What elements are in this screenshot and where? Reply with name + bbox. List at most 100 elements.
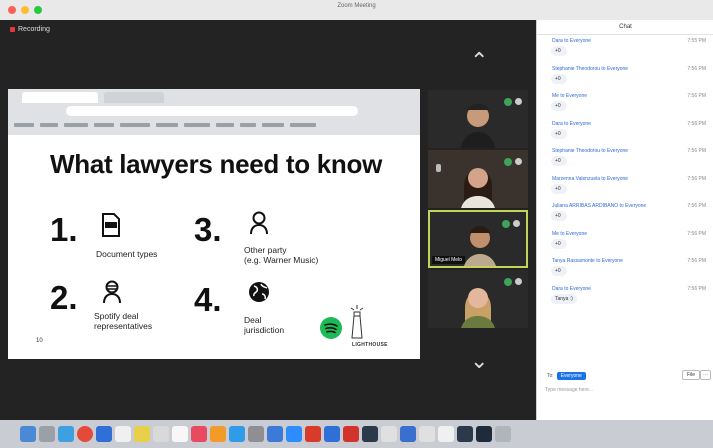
chat-message: Dara to Everyone 7:55 PM +0 bbox=[537, 35, 713, 63]
app-store-icon[interactable] bbox=[229, 426, 245, 442]
chat-message-text: +0 bbox=[551, 46, 567, 56]
chat-message-time: 7:56 PM bbox=[687, 120, 706, 127]
zoom-meeting-area: Recording ⌃ ⌄ What lawyers need to know … bbox=[0, 20, 536, 420]
chat-message-list[interactable]: Dara to Everyone 7:55 PM +0 Stephanie Th… bbox=[537, 35, 713, 310]
person-icon bbox=[250, 211, 268, 235]
trash-icon[interactable] bbox=[495, 426, 511, 442]
music-icon[interactable] bbox=[191, 426, 207, 442]
item-number: 1. bbox=[50, 211, 78, 248]
chat-message-text: +0 bbox=[551, 238, 567, 249]
chat-message-sender[interactable]: Stephanie Theodorou to Everyone bbox=[552, 148, 628, 154]
participant-video-icon bbox=[460, 104, 496, 148]
chat-message-sender[interactable]: Dara to Everyone bbox=[552, 286, 591, 292]
system-preferences-icon[interactable] bbox=[248, 426, 264, 442]
participant-video-icon bbox=[461, 168, 495, 208]
safari-icon[interactable] bbox=[58, 426, 74, 442]
camera-icon bbox=[515, 158, 522, 165]
file-button[interactable]: File bbox=[681, 370, 700, 380]
chat-recipient-row: To: Everyone bbox=[547, 372, 586, 380]
finder-icon[interactable] bbox=[20, 426, 36, 442]
item-label: Document types bbox=[96, 249, 158, 259]
powerpoint-icon[interactable] bbox=[305, 426, 321, 442]
bookmark-item[interactable] bbox=[262, 123, 284, 127]
chat-message-sender[interactable]: Me to Everyone bbox=[552, 93, 587, 99]
participant-tile[interactable] bbox=[428, 90, 528, 148]
mic-on-icon bbox=[504, 278, 512, 286]
books-icon[interactable] bbox=[210, 426, 226, 442]
chat-message-sender[interactable]: Dara to Everyone bbox=[552, 121, 591, 127]
browser-tab[interactable] bbox=[104, 92, 164, 103]
app-icon[interactable] bbox=[362, 426, 378, 442]
chat-message: Stephanie Theodorou to Everyone 7:56 PM … bbox=[537, 63, 713, 91]
chat-message-time: 7:56 PM bbox=[687, 230, 706, 237]
chat-message-sender[interactable]: Dara to Everyone bbox=[552, 38, 591, 44]
bookmark-item[interactable] bbox=[240, 123, 256, 127]
app-icon[interactable] bbox=[400, 426, 416, 442]
dock-icons bbox=[20, 423, 700, 445]
bookmark-item[interactable] bbox=[94, 123, 114, 127]
item-label: Deal jurisdiction bbox=[244, 315, 285, 335]
chat-message-time: 7:55 PM bbox=[687, 38, 706, 44]
notes-icon[interactable] bbox=[134, 426, 150, 442]
participant-video-icon bbox=[464, 226, 496, 266]
document-icon[interactable] bbox=[438, 426, 454, 442]
outlook-icon[interactable] bbox=[324, 426, 340, 442]
chat-message-sender[interactable]: Stephanie Theodorou to Everyone bbox=[552, 66, 628, 72]
reminders-icon[interactable] bbox=[153, 426, 169, 442]
item-number: 2. bbox=[50, 279, 78, 316]
app-icon[interactable] bbox=[476, 426, 492, 442]
news-icon[interactable] bbox=[172, 426, 188, 442]
chat-message-sender[interactable]: Marzenna Valenzuela to Everyone bbox=[552, 176, 628, 182]
chat-message: Dara to Everyone 7:56 PM Tanya :) bbox=[537, 283, 713, 311]
browser-chrome bbox=[8, 89, 420, 135]
bookmark-item[interactable] bbox=[40, 123, 58, 127]
bookmark-item[interactable] bbox=[156, 123, 178, 127]
bookmark-item[interactable] bbox=[184, 123, 210, 127]
participant-tile[interactable] bbox=[428, 270, 528, 328]
recording-indicator[interactable]: Recording bbox=[10, 26, 50, 33]
macos-dock bbox=[0, 420, 713, 448]
participant-video-icon bbox=[461, 288, 495, 328]
zoom-icon[interactable] bbox=[286, 426, 302, 442]
participant-tile[interactable] bbox=[428, 150, 528, 208]
chat-message-text: +0 bbox=[551, 211, 567, 221]
mail-icon[interactable] bbox=[96, 426, 112, 442]
chat-message-input[interactable]: Type message here... bbox=[545, 383, 705, 397]
bookmark-item[interactable] bbox=[64, 123, 88, 127]
chat-message-text: +0 bbox=[551, 73, 567, 84]
item-number: 4. bbox=[194, 281, 222, 318]
bookmark-item[interactable] bbox=[216, 123, 234, 127]
chat-message-time: 7:56 PM bbox=[687, 148, 706, 154]
word-icon[interactable] bbox=[267, 426, 283, 442]
acrobat-icon[interactable] bbox=[343, 426, 359, 442]
file-icon bbox=[102, 213, 120, 237]
browser-bookmarks-bar bbox=[8, 119, 426, 131]
chat-recipient-dropdown[interactable]: Everyone bbox=[556, 372, 586, 380]
scroll-up-chevron-icon[interactable]: ⌃ bbox=[470, 50, 488, 72]
chat-message-sender[interactable]: Tanya Rassamonte to Everyone bbox=[552, 258, 623, 264]
chat-message-sender[interactable]: Me to Everyone bbox=[552, 231, 587, 237]
calendar-icon[interactable] bbox=[115, 426, 131, 442]
more-options-icon[interactable]: ⋯ bbox=[700, 370, 711, 380]
browser-address-bar[interactable] bbox=[66, 106, 358, 116]
chat-message-time: 7:56 PM bbox=[687, 65, 706, 72]
chrome-icon[interactable] bbox=[77, 426, 93, 442]
bookmark-item[interactable] bbox=[14, 123, 34, 127]
item-number: 3. bbox=[194, 211, 222, 248]
app-icon[interactable] bbox=[419, 426, 435, 442]
chat-message-text: +0 bbox=[551, 156, 567, 166]
bookmark-item[interactable] bbox=[120, 123, 150, 127]
bookmark-item[interactable] bbox=[290, 123, 316, 127]
item-label: Spotify deal representatives bbox=[94, 311, 153, 331]
participant-tile-active-speaker[interactable]: Miguel Melo bbox=[428, 210, 528, 268]
app-icon[interactable] bbox=[457, 426, 473, 442]
scroll-down-chevron-icon[interactable]: ⌄ bbox=[470, 350, 488, 372]
chat-header: Chat bbox=[537, 20, 713, 35]
chat-message: Juliana ARRIBAS ARDIBANO to Everyone 7:5… bbox=[537, 200, 713, 228]
browser-tab-active[interactable] bbox=[22, 92, 98, 103]
chat-message-sender[interactable]: Juliana ARRIBAS ARDIBANO to Everyone bbox=[552, 203, 646, 209]
chat-message-text: +0 bbox=[551, 101, 567, 111]
window-title-line2: Zoom Meeting bbox=[337, 3, 376, 9]
launchpad-icon[interactable] bbox=[39, 426, 55, 442]
preview-icon[interactable] bbox=[381, 426, 397, 442]
